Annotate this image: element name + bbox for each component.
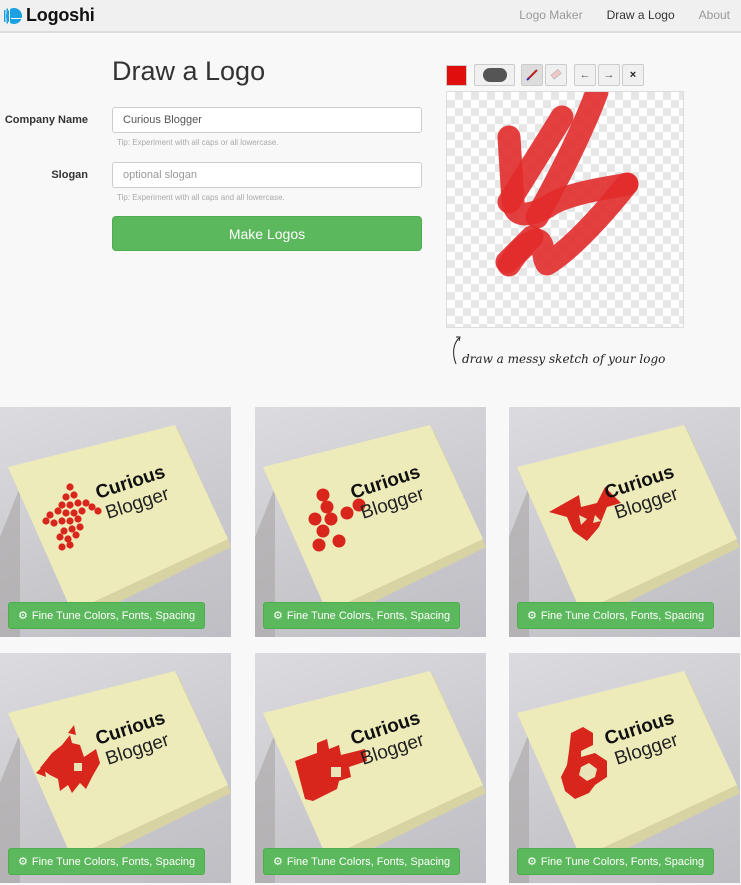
logoshi-logo-icon (4, 7, 22, 24)
gear-icon: ⚙ (18, 856, 28, 868)
logo-dot (70, 491, 78, 499)
logo-dot (54, 507, 62, 515)
make-logos-button[interactable]: Make Logos (112, 216, 422, 251)
fine-tune-button[interactable]: ⚙ Fine Tune Colors, Fonts, Spacing (263, 848, 461, 875)
logo-dot (74, 515, 82, 523)
logo-dot (78, 507, 86, 515)
pencil-icon (526, 69, 538, 81)
eraser-button[interactable] (545, 64, 567, 86)
logo-dot (316, 524, 330, 538)
logo-dot (62, 493, 70, 501)
gear-icon: ⚙ (273, 856, 283, 868)
logo-dot (340, 506, 354, 520)
brush-size-button[interactable] (474, 64, 515, 86)
logo-dot (72, 531, 80, 539)
logo-dot (66, 541, 74, 549)
brand[interactable]: Logoshi (4, 5, 95, 26)
logo-result-card[interactable]: Curious Blogger ⚙ Fine Tune Colors, Fonts,… (0, 407, 231, 637)
logo-dot (66, 483, 74, 491)
pencil-button[interactable] (521, 64, 543, 86)
gear-icon: ⚙ (18, 610, 28, 622)
fine-tune-button[interactable]: ⚙ Fine Tune Colors, Fonts, Spacing (517, 848, 715, 875)
undo-button[interactable]: ← (574, 64, 596, 86)
slogan-label: Slogan (51, 169, 88, 181)
page-title: Draw a Logo (112, 56, 266, 86)
logo-dot (66, 517, 74, 525)
eraser-icon (550, 68, 562, 80)
logo-dot (46, 511, 54, 519)
fine-tune-button[interactable]: ⚙ Fine Tune Colors, Fonts, Spacing (517, 602, 715, 629)
nav-links: Logo Maker Draw a Logo About (519, 8, 730, 22)
fine-tune-button[interactable]: ⚙ Fine Tune Colors, Fonts, Spacing (8, 602, 206, 629)
logo-dot (68, 525, 76, 533)
nav-about[interactable]: About (699, 8, 730, 22)
logo-dot (76, 523, 84, 531)
company-name-tip: Tip: Experiment with all caps or all low… (117, 138, 279, 147)
slogan-input[interactable] (112, 162, 422, 188)
logo-dot (332, 534, 346, 548)
logo-dot (60, 527, 68, 535)
gear-icon: ⚙ (527, 610, 537, 622)
navbar: Logoshi Logo Maker Draw a Logo About (0, 0, 741, 33)
sketch-strokes (495, 92, 639, 277)
logo-dot (62, 509, 70, 517)
gear-icon: ⚙ (273, 610, 283, 622)
fine-tune-button[interactable]: ⚙ Fine Tune Colors, Fonts, Spacing (263, 602, 461, 629)
company-name-label: Company Name (4, 114, 88, 126)
brand-name: Logoshi (26, 5, 95, 25)
color-picker[interactable] (446, 65, 467, 86)
nav-logo-maker[interactable]: Logo Maker (519, 8, 582, 22)
logo-cutout (331, 767, 341, 777)
fine-tune-button[interactable]: ⚙ Fine Tune Colors, Fonts, Spacing (8, 848, 206, 875)
slogan-tip: Tip: Experiment with all caps and all lo… (117, 193, 285, 202)
logo-dot (88, 503, 96, 511)
logo-result-card[interactable]: Curious Blogger ⚙ Fine Tune Colors, Fonts,… (509, 653, 740, 883)
company-name-input[interactable] (112, 107, 422, 133)
logo-dot (58, 543, 66, 551)
logo-dot (50, 519, 58, 527)
logo-dot (82, 499, 90, 507)
logo-result-card[interactable]: Curious Blogger ⚙ Fine Tune Colors, Fonts,… (255, 653, 486, 883)
logo-dot (308, 512, 322, 526)
logo-dot (312, 538, 326, 552)
clear-button[interactable]: × (622, 64, 644, 86)
logo-dot (94, 507, 102, 515)
drawing-canvas[interactable] (446, 91, 684, 328)
logo-dot (42, 517, 50, 525)
logo-result-card[interactable]: Curious Blogger ⚙ Fine Tune Colors, Fonts,… (509, 407, 740, 637)
logo-dot (56, 533, 64, 541)
logo-dot (70, 509, 78, 517)
gear-icon: ⚙ (527, 856, 537, 868)
logo-cutout (74, 763, 82, 771)
brush-size-icon (482, 68, 507, 82)
redo-button[interactable]: → (598, 64, 620, 86)
logo-dot (58, 501, 66, 509)
logo-result-card[interactable]: Curious Blogger ⚙ Fine Tune Colors, Fonts,… (255, 407, 486, 637)
logo-dot (316, 488, 330, 502)
logo-dot (74, 499, 82, 507)
logo-dot (320, 500, 334, 514)
hint-text: draw a messy sketch of your logo (462, 352, 666, 366)
nav-draw-a-logo[interactable]: Draw a Logo (607, 8, 675, 22)
drawing-hint: draw a messy sketch of your logo (452, 332, 702, 376)
logo-dot (58, 517, 66, 525)
logo-result-card[interactable]: Curious Blogger ⚙ Fine Tune Colors, Fonts,… (0, 653, 231, 883)
logo-dot (66, 501, 74, 509)
logo-dot (324, 512, 338, 526)
